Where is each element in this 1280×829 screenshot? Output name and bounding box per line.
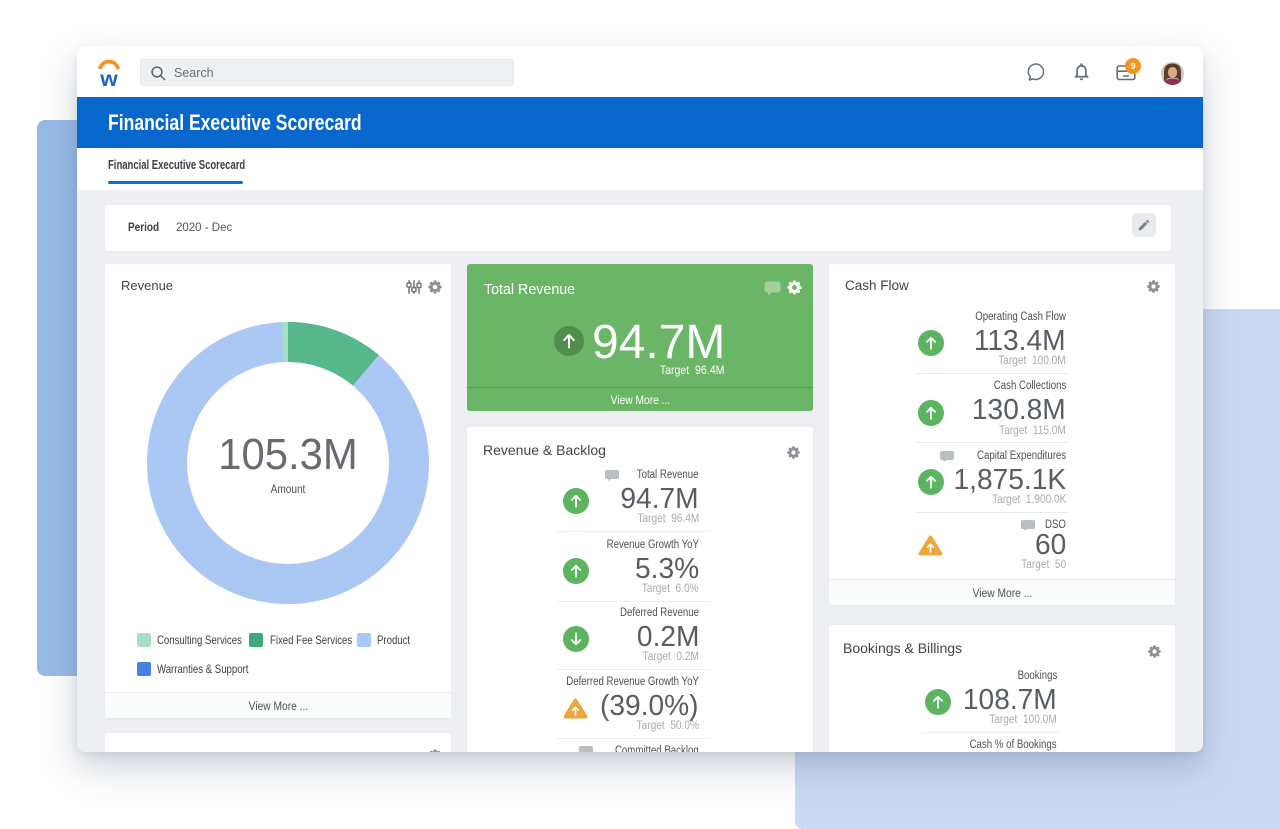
svg-text:w: w: [99, 68, 118, 87]
